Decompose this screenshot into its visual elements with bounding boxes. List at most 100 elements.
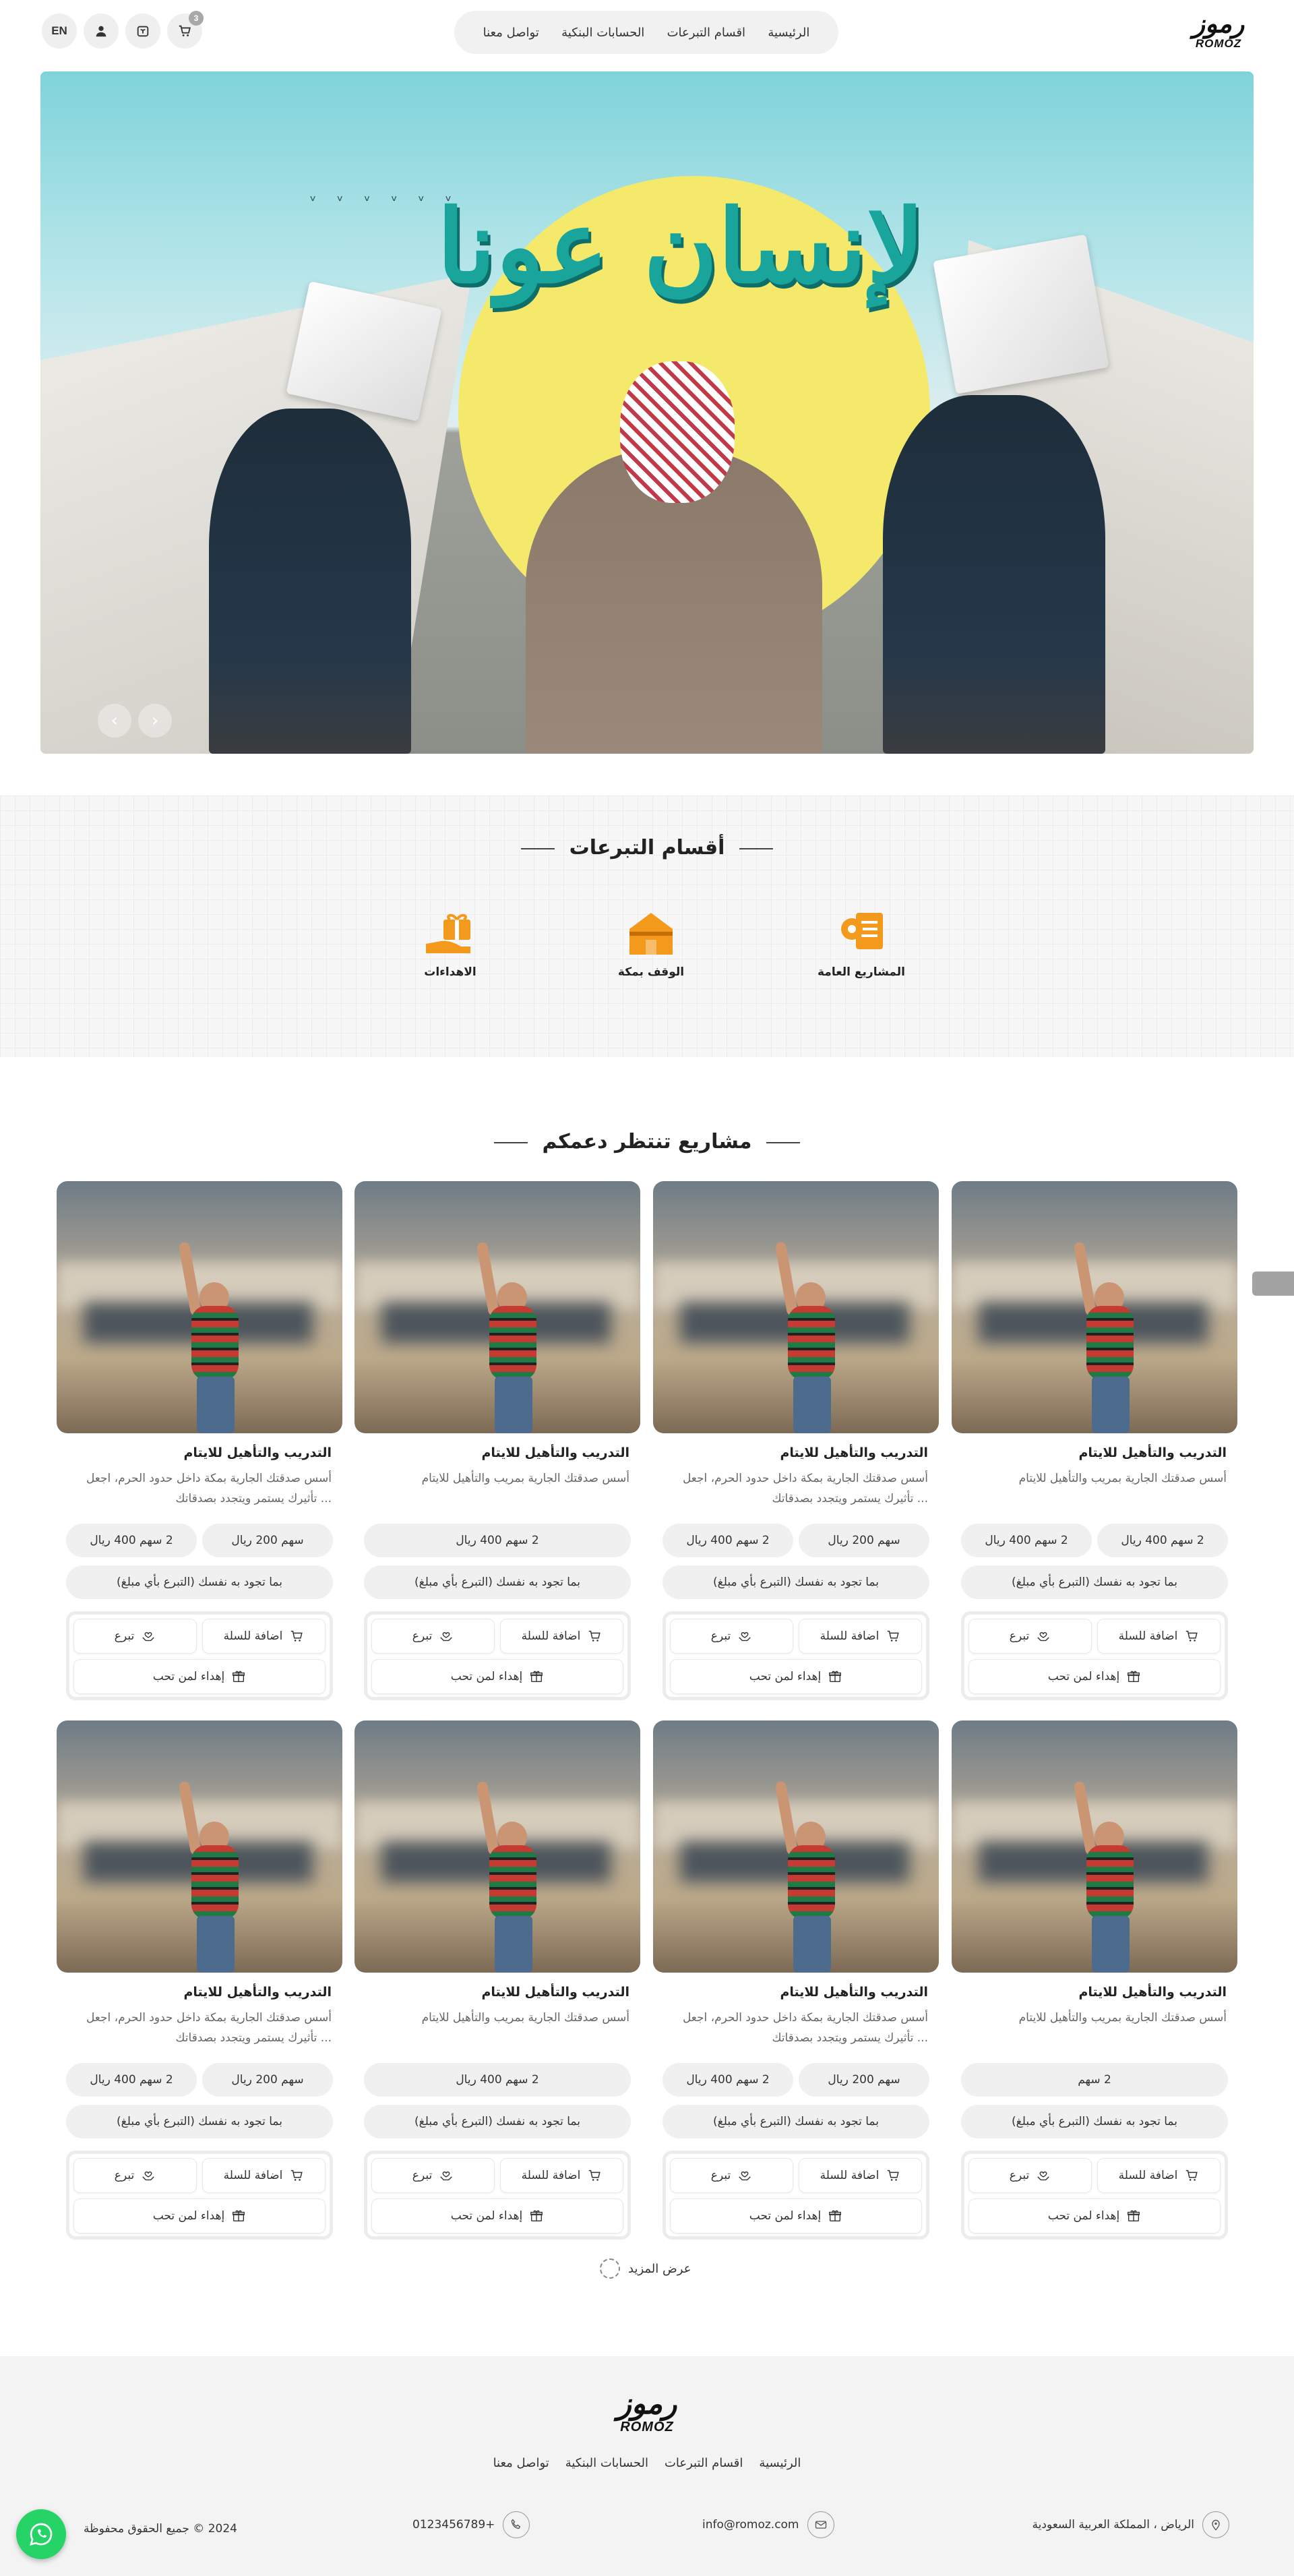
share-option-a[interactable]: سهم 200 ريال [799, 1524, 929, 1557]
cart-icon [589, 2169, 601, 2181]
share-option-a[interactable]: سهم 200 ريال [202, 2063, 333, 2097]
gift-button[interactable]: إهداء لمن تحب [371, 2198, 623, 2234]
language-button[interactable]: EN [42, 13, 77, 49]
share-option-b[interactable]: 2 سهم 400 ريال [663, 2063, 793, 2097]
share-option-a[interactable]: 2 سهم 400 ريال [1097, 1524, 1228, 1557]
free-amount-option[interactable]: بما تجود به نفسك (التبرع بأي مبلغ) [66, 1565, 333, 1599]
project-image[interactable] [57, 1720, 342, 1973]
share-option-a[interactable]: سهم 200 ريال [202, 1524, 333, 1557]
add-to-cart-button[interactable]: اضافة للسلة [202, 2158, 326, 2193]
add-to-cart-button[interactable]: اضافة للسلة [1097, 1619, 1221, 1654]
free-amount-option[interactable]: بما تجود به نفسك (التبرع بأي مبلغ) [66, 2105, 333, 2138]
project-image[interactable] [57, 1181, 342, 1433]
project-title[interactable]: التدريب والتأهيل للايتام [1078, 1985, 1227, 2000]
project-title[interactable]: التدريب والتأهيل للايتام [1078, 1445, 1227, 1460]
footer-nav-contact[interactable]: تواصل معنا [493, 2456, 549, 2470]
load-more-button[interactable]: عرض المزيد [600, 2258, 691, 2279]
project-image[interactable] [653, 1720, 939, 1973]
gift-label: إهداء لمن تحب [152, 2209, 225, 2223]
slider-next-button[interactable]: › [138, 704, 172, 738]
hand-heart-icon [739, 2171, 751, 2181]
add-to-cart-button[interactable]: اضافة للسلة [799, 2158, 922, 2193]
donate-button[interactable]: تبرع [670, 2158, 793, 2193]
share-option-a[interactable]: 2 سهم 400 ريال [364, 2063, 631, 2097]
free-amount-option[interactable]: بما تجود به نفسك (التبرع بأي مبلغ) [961, 1565, 1228, 1599]
project-image[interactable] [653, 1181, 939, 1433]
gift-button[interactable]: إهداء لمن تحب [670, 1659, 922, 1694]
kaaba-icon [629, 913, 673, 955]
nav-item-home[interactable]: الرئيسية [768, 26, 809, 40]
add-to-cart-button[interactable]: اضافة للسلة [1097, 2158, 1221, 2193]
add-to-cart-button[interactable]: اضافة للسلة [202, 1619, 326, 1654]
share-option-a[interactable]: 2 سهم 400 ريال [364, 1524, 631, 1557]
project-title[interactable]: التدريب والتأهيل للايتام [481, 1445, 629, 1460]
image-figure [793, 1377, 831, 1433]
hand-heart-icon [440, 2171, 452, 2181]
free-amount-option[interactable]: بما تجود به نفسك (التبرع بأي مبلغ) [961, 2105, 1228, 2138]
donate-button[interactable]: تبرع [73, 1619, 197, 1654]
project-title[interactable]: التدريب والتأهيل للايتام [481, 1985, 629, 2000]
project-image[interactable] [355, 1720, 640, 1973]
footer-email[interactable]: info@romoz.com [702, 2511, 834, 2538]
donate-button[interactable]: تبرع [371, 1619, 495, 1654]
nav-item-contact[interactable]: تواصل معنا [483, 26, 539, 40]
chevron-left-icon: ‹ [111, 711, 119, 731]
gift-button[interactable]: إهداء لمن تحب [670, 2198, 922, 2234]
project-image[interactable] [952, 1181, 1237, 1433]
add-to-cart-button[interactable]: اضافة للسلة [500, 1619, 623, 1654]
side-feedback-tab[interactable] [1252, 1271, 1294, 1296]
image-figure [1092, 1377, 1130, 1433]
gift-button[interactable]: إهداء لمن تحب [73, 1659, 326, 1694]
share-option-a[interactable]: سهم 200 ريال [799, 2063, 929, 2097]
footer-nav-bank-accounts[interactable]: الحسابات البنكية [565, 2456, 648, 2470]
footer-phone[interactable]: 0123456789+ [412, 2511, 530, 2538]
category-label: المشاريع العامة [817, 965, 905, 979]
slider-prev-button[interactable]: ‹ [98, 704, 131, 738]
nav-item-bank-accounts[interactable]: الحسابات البنكية [561, 26, 644, 40]
cart-button[interactable]: 3 [167, 11, 204, 49]
share-option-b[interactable]: 2 سهم 400 ريال [961, 1524, 1092, 1557]
gift-box-button[interactable] [125, 13, 160, 49]
gift-button[interactable]: إهداء لمن تحب [968, 1659, 1221, 1694]
whatsapp-button[interactable] [16, 2509, 66, 2559]
gift-button[interactable]: إهداء لمن تحب [371, 1659, 623, 1694]
site-logo[interactable]: رموز ROMOZ [1188, 9, 1250, 54]
card-action-row: اضافة للسلة تبرع [73, 2158, 326, 2193]
project-image[interactable] [952, 1720, 1237, 1973]
donate-label: تبرع [1009, 2169, 1030, 2182]
add-to-cart-button[interactable]: اضافة للسلة [799, 1619, 922, 1654]
hero-person-right [883, 395, 1105, 754]
free-amount-option[interactable]: بما تجود به نفسك (التبرع بأي مبلغ) [364, 2105, 631, 2138]
site-header: رموز ROMOZ الرئيسية اقسام التبرعات الحسا… [0, 0, 1294, 65]
free-amount-option[interactable]: بما تجود به نفسك (التبرع بأي مبلغ) [663, 2105, 929, 2138]
donate-button[interactable]: تبرع [968, 1619, 1092, 1654]
donate-button[interactable]: تبرع [968, 2158, 1092, 2193]
category-makkah-waqf[interactable]: الوقف بمكة [584, 909, 718, 979]
donate-button[interactable]: تبرع [670, 1619, 793, 1654]
share-option-a[interactable]: 2 سهم [961, 2063, 1228, 2097]
project-image[interactable] [355, 1181, 640, 1433]
share-option-b[interactable]: 2 سهم 400 ريال [66, 1524, 197, 1557]
free-amount-option[interactable]: بما تجود به نفسك (التبرع بأي مبلغ) [364, 1565, 631, 1599]
category-gifts[interactable]: الاهداءات [383, 909, 518, 979]
share-option-b[interactable]: 2 سهم 400 ريال [66, 2063, 197, 2097]
footer-nav-home[interactable]: الرئيسية [759, 2456, 801, 2470]
footer-logo[interactable]: رموز ROMOZ [611, 2387, 683, 2445]
project-title[interactable]: التدريب والتأهيل للايتام [780, 1445, 928, 1460]
donate-button[interactable]: تبرع [73, 2158, 197, 2193]
add-to-cart-button[interactable]: اضافة للسلة [500, 2158, 623, 2193]
cart-icon [888, 1630, 900, 1642]
nav-item-donation-sections[interactable]: اقسام التبرعات [667, 26, 745, 40]
project-card: التدريب والتأهيل للايتام أسس صدقتك الجار… [57, 1181, 342, 1700]
project-title[interactable]: التدريب والتأهيل للايتام [780, 1985, 928, 2000]
gift-button[interactable]: إهداء لمن تحب [968, 2198, 1221, 2234]
gift-button[interactable]: إهداء لمن تحب [73, 2198, 326, 2234]
share-option-b[interactable]: 2 سهم 400 ريال [663, 1524, 793, 1557]
category-general-projects[interactable]: المشاريع العامة [794, 909, 929, 979]
donate-button[interactable]: تبرع [371, 2158, 495, 2193]
project-title[interactable]: التدريب والتأهيل للايتام [183, 1445, 332, 1460]
free-amount-option[interactable]: بما تجود به نفسك (التبرع بأي مبلغ) [663, 1565, 929, 1599]
project-title[interactable]: التدريب والتأهيل للايتام [183, 1985, 332, 2000]
account-button[interactable] [84, 13, 119, 49]
footer-nav-donation-sections[interactable]: اقسام التبرعات [665, 2456, 743, 2470]
